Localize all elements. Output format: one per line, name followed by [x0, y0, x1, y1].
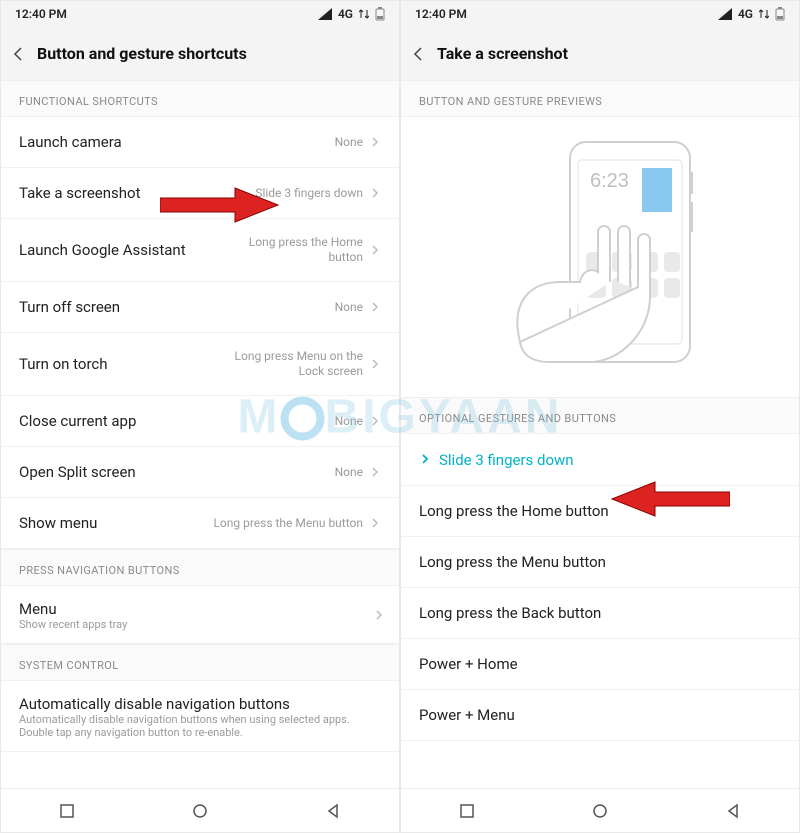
option-label: Long press the Back button	[419, 604, 781, 622]
option-long-press-menu[interactable]: Long press the Menu button	[401, 537, 799, 588]
row-value: Long press the Menu button	[213, 516, 363, 531]
row-value: Slide 3 fingers down	[255, 186, 363, 201]
status-bar: 12:40 PM 4G	[401, 1, 799, 27]
row-label: Close current app	[19, 412, 335, 430]
nav-back-icon[interactable]	[724, 802, 742, 820]
row-value: None	[335, 414, 363, 429]
option-power-menu[interactable]: Power + Menu	[401, 690, 799, 741]
row-label: Take a screenshot	[19, 184, 255, 202]
row-split-screen[interactable]: Open Split screen None	[1, 447, 399, 498]
signal-icon	[718, 8, 732, 20]
content-right: BUTTON AND GESTURE PREVIEWS 6:23	[401, 81, 799, 788]
row-sub: Show recent apps tray	[19, 618, 381, 631]
screen-right: 12:40 PM 4G Take a screenshot BUTTON AND…	[400, 0, 800, 833]
status-right: 4G	[318, 7, 385, 21]
network-label: 4G	[338, 7, 353, 21]
gesture-preview: 6:23	[401, 117, 799, 397]
nav-bar	[1, 788, 399, 832]
row-label: Launch Google Assistant	[19, 241, 213, 259]
option-label: Long press the Home button	[419, 502, 781, 520]
page-title: Take a screenshot	[437, 44, 568, 63]
row-launch-camera[interactable]: Launch camera None	[1, 117, 399, 168]
title-bar: Take a screenshot	[401, 27, 799, 81]
chevron-right-icon	[369, 187, 381, 199]
chevron-right-icon	[369, 466, 381, 478]
status-time: 12:40 PM	[415, 7, 467, 21]
battery-icon	[775, 7, 785, 21]
status-time: 12:40 PM	[15, 7, 67, 21]
signal-icon	[318, 8, 332, 20]
data-arrows-icon	[759, 8, 769, 20]
row-turn-on-torch[interactable]: Turn on torch Long press Menu on the Loc…	[1, 333, 399, 396]
row-value: Long press the Home button	[213, 235, 363, 265]
option-label: Slide 3 fingers down	[439, 451, 781, 469]
option-label: Power + Menu	[419, 706, 781, 724]
chevron-right-icon	[369, 517, 381, 529]
section-header-options: OPTIONAL GESTURES AND BUTTONS	[401, 397, 799, 434]
row-label: Turn on torch	[19, 355, 213, 373]
row-label: Automatically disable navigation buttons	[19, 695, 381, 713]
section-header-preview: BUTTON AND GESTURE PREVIEWS	[401, 81, 799, 117]
row-label: Menu	[19, 600, 381, 618]
section-header-system: SYSTEM CONTROL	[1, 644, 399, 681]
row-label: Open Split screen	[19, 463, 335, 481]
row-sub: Automatically disable navigation buttons…	[19, 713, 381, 739]
row-auto-disable-nav[interactable]: Automatically disable navigation buttons…	[1, 681, 399, 752]
content-left: FUNCTIONAL SHORTCUTS Launch camera None …	[1, 81, 399, 788]
option-power-home[interactable]: Power + Home	[401, 639, 799, 690]
title-bar: Button and gesture shortcuts	[1, 27, 399, 81]
row-value: Long press Menu on the Lock screen	[213, 349, 363, 379]
row-label: Show menu	[19, 514, 213, 532]
page-title: Button and gesture shortcuts	[37, 44, 247, 63]
nav-recents-icon[interactable]	[58, 802, 76, 820]
row-launch-assistant[interactable]: Launch Google Assistant Long press the H…	[1, 219, 399, 282]
option-label: Power + Home	[419, 655, 781, 673]
battery-icon	[375, 7, 385, 21]
row-label: Launch camera	[19, 133, 335, 151]
back-icon[interactable]	[11, 46, 27, 62]
chevron-right-icon	[369, 136, 381, 148]
screen-left: 12:40 PM 4G Button and gesture shortcuts…	[0, 0, 400, 833]
preview-illustration: 6:23	[490, 132, 710, 382]
nav-back-icon[interactable]	[324, 802, 342, 820]
status-right: 4G	[718, 7, 785, 21]
chevron-right-icon	[369, 301, 381, 313]
row-value: None	[335, 465, 363, 480]
row-menu-recent[interactable]: Menu Show recent apps tray	[1, 586, 399, 644]
network-label: 4G	[738, 7, 753, 21]
row-label: Turn off screen	[19, 298, 335, 316]
chevron-right-icon	[369, 358, 381, 370]
nav-home-icon[interactable]	[191, 802, 209, 820]
preview-time: 6:23	[590, 170, 629, 192]
nav-bar	[401, 788, 799, 832]
status-bar: 12:40 PM 4G	[1, 1, 399, 27]
back-icon[interactable]	[411, 46, 427, 62]
chevron-right-icon	[419, 450, 431, 469]
chevron-right-icon	[369, 244, 381, 256]
option-long-press-home[interactable]: Long press the Home button	[401, 486, 799, 537]
section-header-functional: FUNCTIONAL SHORTCUTS	[1, 81, 399, 117]
row-value: None	[335, 135, 363, 150]
row-value: None	[335, 300, 363, 315]
nav-home-icon[interactable]	[591, 802, 609, 820]
chevron-right-icon	[373, 609, 385, 621]
chevron-right-icon	[369, 415, 381, 427]
section-header-pressnav: PRESS NAVIGATION BUTTONS	[1, 549, 399, 586]
row-take-screenshot[interactable]: Take a screenshot Slide 3 fingers down	[1, 168, 399, 219]
data-arrows-icon	[359, 8, 369, 20]
option-label: Long press the Menu button	[419, 553, 781, 571]
row-close-app[interactable]: Close current app None	[1, 396, 399, 447]
nav-recents-icon[interactable]	[458, 802, 476, 820]
row-turn-off-screen[interactable]: Turn off screen None	[1, 282, 399, 333]
option-long-press-back[interactable]: Long press the Back button	[401, 588, 799, 639]
option-slide-3-fingers[interactable]: Slide 3 fingers down	[401, 434, 799, 486]
row-show-menu[interactable]: Show menu Long press the Menu button	[1, 498, 399, 549]
